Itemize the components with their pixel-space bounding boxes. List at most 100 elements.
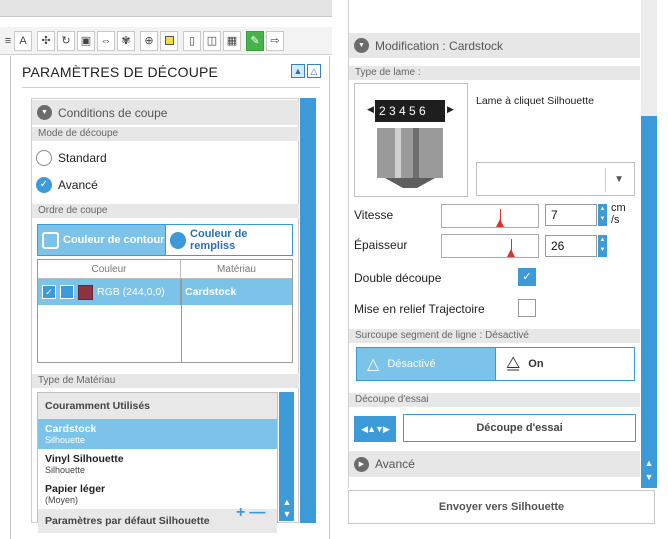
table-header: Couleur Matériau <box>38 260 292 279</box>
emboss-label: Mise en relief Trajectoire <box>354 302 485 316</box>
overcut-toggle: △ Désactivé ⧋ On <box>356 347 635 381</box>
speed-input[interactable]: 7 <box>545 204 597 226</box>
overcut-on-button[interactable]: ⧋ On <box>496 347 635 381</box>
panel-nav: ▲ △ <box>291 64 321 78</box>
mode-advanced-label: Avancé <box>58 178 98 192</box>
text-tool-glyph: A <box>19 34 27 47</box>
list-scroll-arrows[interactable]: ▲ ▼ <box>280 496 294 522</box>
chevron-down-icon: ▼ <box>614 174 624 185</box>
menu-handle-icon[interactable]: ≡ <box>4 31 12 51</box>
double-cut-label: Double découpe <box>354 271 442 285</box>
row-checkbox-icon[interactable]: ✓ <box>42 285 56 299</box>
page-icon[interactable]: ▯ <box>183 30 201 51</box>
thickness-slider[interactable] <box>441 234 539 258</box>
tab-fill-label: Couleur de rempliss <box>190 228 248 252</box>
overcut-off-label: Désactivé <box>387 358 436 370</box>
registration-icon[interactable]: ◫ <box>203 30 221 51</box>
color-swatch <box>78 284 93 300</box>
list-item[interactable]: Cardstock Silhouette <box>38 419 277 449</box>
blade-dropdown[interactable]: ▼ <box>476 162 635 196</box>
material-sub: Silhouette <box>45 465 86 475</box>
panel-scrollbar[interactable] <box>300 98 316 523</box>
title-divider <box>22 87 320 88</box>
double-cut-checkbox[interactable]: ✓ <box>518 268 536 286</box>
thickness-input[interactable]: 26 <box>545 235 597 257</box>
material-list: Couramment Utilisés Cardstock Silhouette… <box>37 392 278 533</box>
expand-arrow-icon: ▶ <box>354 456 369 472</box>
trial-move-arrows-icon[interactable]: ◀▲▼▶ <box>354 416 396 442</box>
blade-dial-digits: 2 3 4 5 6 <box>379 104 426 118</box>
panel-title: PARAMÈTRES DE DÉCOUPE <box>22 64 219 80</box>
add-material-button[interactable]: + <box>236 505 245 521</box>
settings-icon[interactable]: ✾ <box>117 30 135 51</box>
stretch-icon[interactable]: ⇔ <box>97 30 115 51</box>
triangle-cut-icon: ⧋ <box>506 355 521 372</box>
advanced-label: Avancé <box>375 457 415 471</box>
rotate-icon[interactable]: ↻ <box>57 30 75 51</box>
material-sub: Silhouette <box>45 435 86 445</box>
overcut-off-button[interactable]: △ Désactivé <box>356 347 496 381</box>
grid-icon[interactable]: ▦ <box>223 30 241 51</box>
send-icon[interactable]: ⇨ <box>266 30 284 51</box>
column-material: Matériau <box>217 263 256 275</box>
remove-material-button[interactable]: — <box>249 505 265 521</box>
thickness-label: Épaisseur <box>354 238 408 252</box>
thickness-thumb[interactable] <box>507 249 515 257</box>
triangle-icon: △ <box>367 356 380 373</box>
table-row[interactable]: ✓ RGB (244,0,0) Cardstock <box>38 279 292 305</box>
text-icon[interactable]: A <box>14 30 32 51</box>
overcut-label: Surcoupe segment de ligne : Désactivé <box>349 329 640 343</box>
fill-icon[interactable] <box>160 30 178 51</box>
material-name: Papier léger <box>45 483 106 495</box>
trial-label: Découpe d'essai <box>349 393 640 407</box>
send-to-silhouette-button[interactable]: Envoyer vers Silhouette <box>348 490 655 524</box>
cut-order-tabs: Couleur de contour Couleur de rempliss <box>37 224 293 256</box>
speed-thumb[interactable] <box>496 219 504 227</box>
collapse-arrow-icon: ▼ <box>37 105 52 120</box>
fill-color-icon <box>169 231 187 249</box>
tab-fill-color[interactable]: Couleur de rempliss <box>165 224 293 256</box>
material-add-remove: + — <box>236 505 265 521</box>
list-item[interactable]: Vinyl Silhouette Silhouette <box>38 449 277 479</box>
right-scroll-arrows[interactable]: ▲ ▼ <box>641 456 657 486</box>
blade-type-label: Type de lame : <box>349 66 640 80</box>
speed-stepper-icon[interactable]: ▲ ▼ <box>598 204 607 226</box>
modification-header[interactable]: ▼ Modification : Cardstock <box>349 33 640 58</box>
row-material: Cardstock <box>185 286 237 298</box>
dropdown-divider <box>605 168 606 192</box>
table-column-divider <box>181 279 182 363</box>
panel-collapse-icon[interactable]: △ <box>307 64 321 78</box>
modification-title: Modification : Cardstock <box>375 38 504 53</box>
mode-label: Mode de découpe <box>32 127 299 141</box>
trial-cut-button[interactable]: Découpe d'essai <box>403 414 636 442</box>
cut-settings-icon[interactable]: ✎ <box>246 30 264 51</box>
tab-contour-color[interactable]: Couleur de contour <box>37 224 166 256</box>
replicate-icon[interactable]: ✣ <box>37 30 55 51</box>
main-toolbar: ≡ A ✣ ↻ ▣ ⇔ ✾ ⊕ ▯ ◫ ▦ ✎ ⇨ <box>0 27 332 55</box>
store-icon[interactable]: ⊕ <box>140 30 158 51</box>
emboss-checkbox[interactable] <box>518 299 536 317</box>
row-color-text: RGB (244,0,0) <box>97 286 165 298</box>
conditions-header-label: Conditions de coupe <box>58 105 168 120</box>
material-type-label: Type de Matériau <box>32 374 299 388</box>
thickness-stepper-icon[interactable]: ▲ ▼ <box>598 235 607 257</box>
tab-contour-label: Couleur de contour <box>63 234 165 246</box>
advanced-header[interactable]: ▶ Avancé <box>349 451 640 477</box>
material-name: Vinyl Silhouette <box>45 453 124 465</box>
collapse-arrow-icon: ▼ <box>354 38 369 53</box>
blade-image: 2 3 4 5 6 ◀ ▶ <box>354 83 468 197</box>
mode-advanced-radio[interactable]: ✓ Avancé <box>36 177 98 193</box>
material-name: Cardstock <box>45 423 97 435</box>
blade-dial-right-arrow-icon: ▶ <box>447 104 454 114</box>
speed-slider[interactable] <box>441 204 539 228</box>
blade-dial-left-arrow-icon: ◀ <box>367 104 374 114</box>
blade-name: Lame à cliquet Silhouette <box>476 95 594 107</box>
mode-standard-radio[interactable]: Standard <box>36 150 107 166</box>
speed-label: Vitesse <box>354 208 394 222</box>
conditions-header[interactable]: ▼ Conditions de coupe <box>32 100 299 125</box>
mode-standard-label: Standard <box>58 151 107 165</box>
blade-illustration <box>375 100 445 188</box>
panel-up-icon[interactable]: ▲ <box>291 64 305 78</box>
offset-icon[interactable]: ▣ <box>77 30 95 51</box>
material-group-common[interactable]: Couramment Utilisés <box>38 393 277 419</box>
